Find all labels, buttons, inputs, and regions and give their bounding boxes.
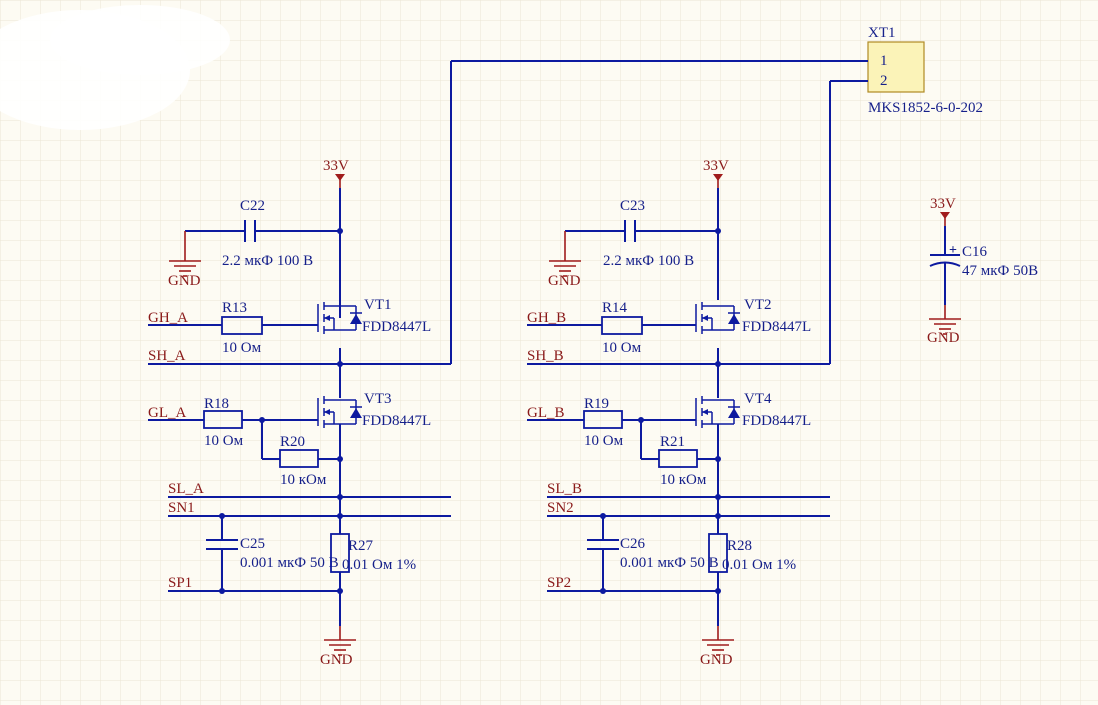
c16-value: 47 мкФ 50В <box>962 263 1038 279</box>
c25-ref: C25 <box>240 536 265 552</box>
net-gh-a: GH_A <box>148 310 188 326</box>
net-sh-b: SH_B <box>527 348 564 364</box>
c22-value: 2.2 мкФ 100 В <box>222 253 313 269</box>
r28-ref: R28 <box>727 538 752 554</box>
schematic-canvas: XT1 1 2 MKS1852-6-0-202 33V C22 2.2 мкФ … <box>0 0 1098 705</box>
connector-pin-2: 2 <box>880 73 888 89</box>
vt2-part: FDD8447L <box>742 319 811 335</box>
c25-value: 0.001 мкФ 50 В <box>240 555 339 571</box>
connector-pin-1: 1 <box>880 53 888 69</box>
connector-ref: XT1 <box>868 25 896 41</box>
net-sh-a: SH_A <box>148 348 186 364</box>
c16-ref: C16 <box>962 244 988 260</box>
c23-value: 2.2 мкФ 100 В <box>603 253 694 269</box>
vcc-label-c16: 33V <box>930 196 956 212</box>
r21-ref: R21 <box>660 434 685 450</box>
net-sp1: SP1 <box>168 575 192 591</box>
r14-ref: R14 <box>602 300 628 316</box>
gnd-label-c22: GND <box>168 273 201 289</box>
vcc-label-b: 33V <box>703 158 729 174</box>
vt3-ref: VT3 <box>364 391 392 407</box>
net-sp2: SP2 <box>547 575 571 591</box>
vt1-ref: VT1 <box>364 297 392 313</box>
vt3-part: FDD8447L <box>362 413 431 429</box>
r20-ref: R20 <box>280 434 305 450</box>
net-gh-b: GH_B <box>527 310 566 326</box>
net-gl-a: GL_A <box>148 405 186 421</box>
r21-value: 10 кОм <box>660 472 707 488</box>
r27-value: 0.01 Ом 1% <box>342 557 416 573</box>
gnd-label-c16: GND <box>927 330 960 346</box>
r18-value: 10 Ом <box>204 433 244 449</box>
vt4-part: FDD8447L <box>742 413 811 429</box>
c23-ref: C23 <box>620 198 645 214</box>
c16-polarity: + <box>949 243 957 258</box>
r14-value: 10 Ом <box>602 340 642 356</box>
r18-ref: R18 <box>204 396 229 412</box>
c22-ref: C22 <box>240 198 265 214</box>
net-sl-b: SL_B <box>547 481 582 497</box>
net-sn1: SN1 <box>168 500 195 516</box>
r13-ref: R13 <box>222 300 247 316</box>
r20-value: 10 кОм <box>280 472 327 488</box>
r19-ref: R19 <box>584 396 609 412</box>
net-gl-b: GL_B <box>527 405 565 421</box>
c26-ref: C26 <box>620 536 646 552</box>
vt4-ref: VT4 <box>744 391 772 407</box>
vcc-label-a: 33V <box>323 158 349 174</box>
r19-value: 10 Ом <box>584 433 624 449</box>
vt1-part: FDD8447L <box>362 319 431 335</box>
connector-part: MKS1852-6-0-202 <box>868 100 983 116</box>
r27-ref: R27 <box>348 538 374 554</box>
net-sl-a: SL_A <box>168 481 204 497</box>
c26-value: 0.001 мкФ 50 В <box>620 555 719 571</box>
gnd-label-b: GND <box>700 652 733 668</box>
gnd-label-c23: GND <box>548 273 581 289</box>
net-sn2: SN2 <box>547 500 574 516</box>
vt2-ref: VT2 <box>744 297 772 313</box>
gnd-label-a: GND <box>320 652 353 668</box>
r13-value: 10 Ом <box>222 340 262 356</box>
r28-value: 0.01 Ом 1% <box>722 557 796 573</box>
